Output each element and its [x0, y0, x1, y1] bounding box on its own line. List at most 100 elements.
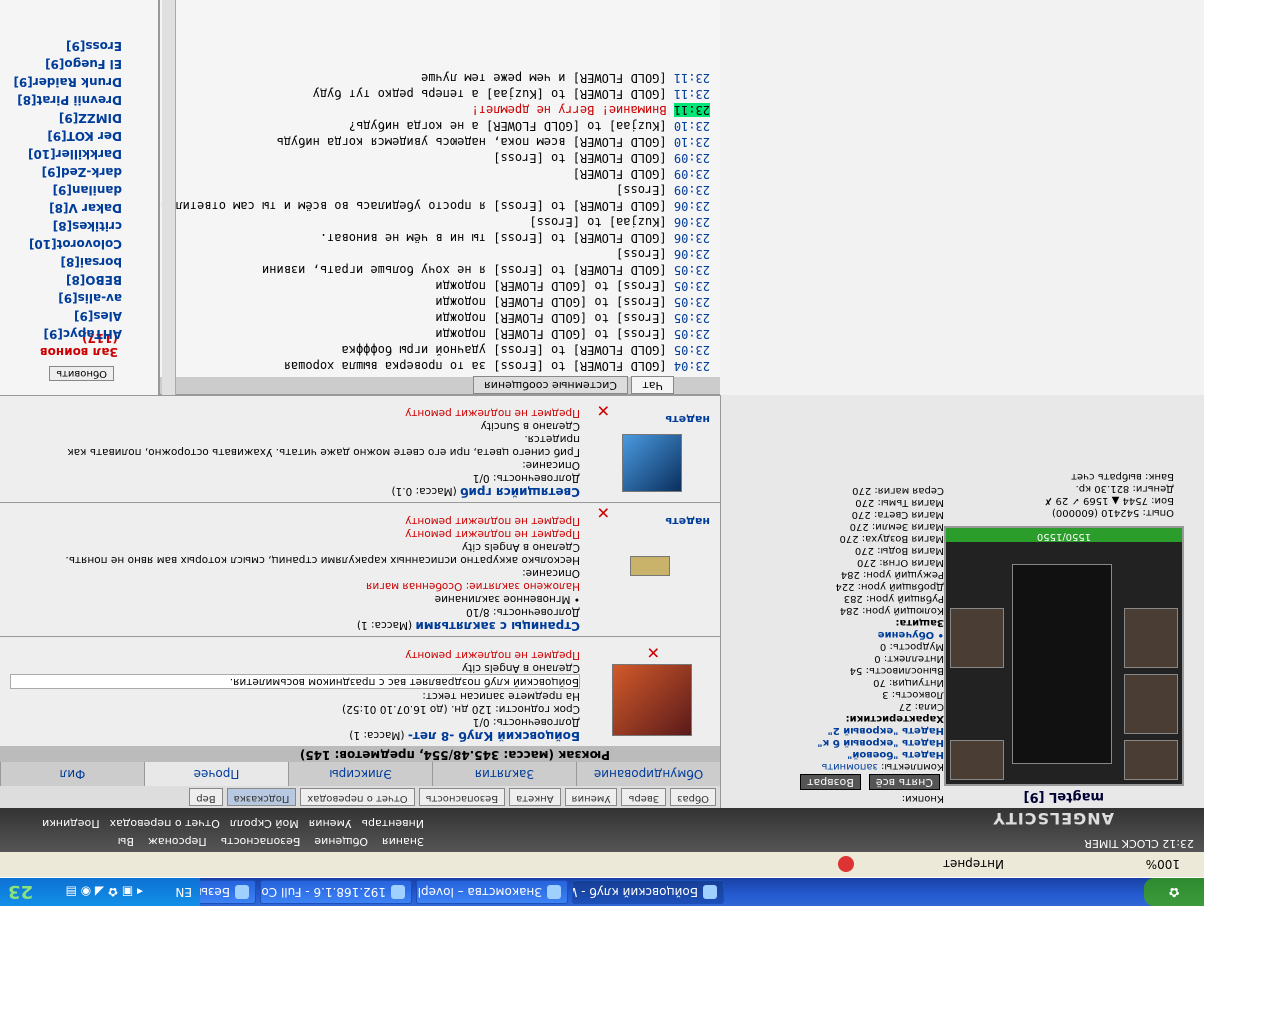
- stats-panel: Кнопки: Снять всё Возврат Комплекты: запо…: [724, 484, 944, 804]
- chat-time[interactable]: 23:10: [674, 135, 710, 149]
- stat-intel: Интеллект: 0: [874, 653, 944, 664]
- set-link-1[interactable]: Надеть "боевой": [724, 748, 944, 760]
- character-name[interactable]: magteL [9]: [1024, 789, 1104, 804]
- item-title[interactable]: Страницы с заклятьями: [415, 619, 580, 633]
- chat-text: [Eross] to [GOLD FLOWER] подожди: [435, 295, 667, 309]
- tab-chat[interactable]: Чат: [631, 376, 674, 394]
- equip-link[interactable]: надеть: [665, 413, 710, 426]
- chat-time[interactable]: 23:05: [674, 343, 710, 357]
- item-title[interactable]: Бойцовский Клуб -8 лет-: [408, 729, 580, 743]
- zoom-level[interactable]: 100%: [1146, 858, 1180, 872]
- chat-time[interactable]: 23:09: [674, 151, 710, 165]
- roster-user[interactable]: Drunk Raider[9]: [13, 71, 122, 89]
- menu-knowledge[interactable]: Знания: [382, 835, 424, 848]
- item-title[interactable]: Светящийся гриб: [460, 485, 580, 499]
- subtab-security[interactable]: Безопасность: [418, 788, 506, 806]
- tab-elixirs[interactable]: Эликсиры: [288, 762, 432, 786]
- tab-equipment[interactable]: Обмундирование: [576, 762, 720, 786]
- task-fightclub[interactable]: Бойцовский клуб - Wi...: [572, 880, 724, 904]
- chat-time[interactable]: 23:11: [673, 103, 710, 117]
- submenu-transfers[interactable]: Отчет о переводах: [110, 817, 220, 830]
- roster-user[interactable]: Ales[9]: [13, 305, 122, 323]
- roster-user[interactable]: Colovorot[10]: [13, 233, 122, 251]
- subtab-profile[interactable]: Анкета: [509, 788, 561, 806]
- chat-time[interactable]: 23:09: [674, 183, 710, 197]
- start-button[interactable]: ✿: [1144, 878, 1204, 906]
- roster-user[interactable]: Dakar V[8]: [13, 197, 122, 215]
- taskbar: ✿ Бойцовский клуб - Wi... Знакомства – l…: [0, 878, 1204, 906]
- tab-fil[interactable]: Фил: [0, 762, 144, 786]
- subtab-ver[interactable]: Вер: [189, 788, 223, 806]
- chat-scrollbar[interactable]: [162, 0, 176, 395]
- chat-time[interactable]: 23:06: [674, 231, 710, 245]
- weapon-slot[interactable]: [1124, 608, 1178, 668]
- chat-time[interactable]: 23:06: [674, 199, 710, 213]
- set-link-3[interactable]: Надеть "екровый 2": [724, 724, 944, 736]
- chat-text: [Kuzjaa] to [Eross]: [529, 215, 667, 229]
- subtab-transfers[interactable]: Отчет о переводах: [300, 788, 415, 806]
- tab-system-messages[interactable]: Системные сообщения: [473, 376, 628, 394]
- helmet-slot[interactable]: [1124, 740, 1178, 780]
- boots-slot[interactable]: [950, 740, 1004, 780]
- roster-user[interactable]: Eross[9]: [13, 35, 122, 53]
- submenu-inventory[interactable]: Инвентарь: [362, 817, 424, 830]
- remember-link[interactable]: запомнить: [821, 761, 877, 772]
- training-link[interactable]: • Обучение: [724, 628, 944, 640]
- roster-user[interactable]: danilan[9]: [13, 179, 122, 197]
- chat-time[interactable]: 23:05: [674, 327, 710, 341]
- roster-user[interactable]: borsai[8]: [13, 251, 122, 269]
- chat-time[interactable]: 23:05: [674, 263, 710, 277]
- popup-blocker-icon[interactable]: [838, 856, 854, 873]
- undress-button[interactable]: Снять всё: [868, 774, 940, 790]
- set-link-2[interactable]: Надеть "екровый б к": [724, 736, 944, 748]
- armor-slot[interactable]: [1124, 674, 1178, 734]
- submenu-skills[interactable]: Умения: [309, 817, 352, 830]
- menu-character[interactable]: Персонаж: [148, 835, 207, 848]
- tab-other[interactable]: Прочее: [144, 762, 288, 786]
- chat-time[interactable]: 23:04: [674, 359, 710, 373]
- lang-indicator[interactable]: EN: [175, 885, 192, 899]
- roster-user[interactable]: Drevnii Pirat[8]: [13, 89, 122, 107]
- inventory-item: надеть ✕ Светящийся гриб (Масса: 0.1) До…: [0, 395, 720, 502]
- subtab-image[interactable]: Образ: [670, 788, 716, 806]
- roster-user[interactable]: av-alis[9]: [13, 287, 122, 305]
- tab-spells[interactable]: Заклятия: [432, 762, 576, 786]
- delete-icon[interactable]: ✕: [647, 643, 660, 662]
- roster-user[interactable]: Darkkiller[10]: [13, 143, 122, 161]
- chat-time[interactable]: 23:06: [674, 247, 710, 261]
- roster-user[interactable]: DIMZZ[9]: [13, 107, 122, 125]
- submenu-duels[interactable]: Поединки: [42, 817, 100, 830]
- roster-user[interactable]: BEBO[8]: [13, 269, 122, 287]
- chat-time[interactable]: 23:11: [674, 87, 710, 101]
- refresh-button[interactable]: Обновить: [49, 366, 114, 381]
- menu-exit[interactable]: Вы: [118, 835, 134, 848]
- subtab-hint[interactable]: Подсказка: [226, 788, 297, 806]
- roster-user[interactable]: critikes[8]: [13, 215, 122, 233]
- bank-text[interactable]: Банк: выбрать счет: [1044, 470, 1174, 482]
- chat-time[interactable]: 23:10: [674, 119, 710, 133]
- menu-security[interactable]: Безопасность: [221, 835, 301, 848]
- item-line: Долговечность: 0/1: [472, 472, 580, 484]
- chat-time[interactable]: 23:09: [674, 167, 710, 181]
- roster-user[interactable]: Der KOT[9]: [13, 125, 122, 143]
- return-button[interactable]: Возврат: [800, 774, 861, 790]
- chat-time[interactable]: 23:05: [674, 311, 710, 325]
- roster-user[interactable]: dark-Zed[9]: [13, 161, 122, 179]
- chat-time[interactable]: 23:06: [674, 215, 710, 229]
- submenu-scroll[interactable]: Мой Скролл: [230, 817, 299, 830]
- roster-user[interactable]: АНТарус[9]: [13, 323, 122, 341]
- delete-icon[interactable]: ✕: [597, 401, 610, 420]
- shield-slot[interactable]: [950, 608, 1004, 668]
- roster-user[interactable]: El Fuego[9]: [13, 53, 122, 71]
- equip-link[interactable]: надеть: [665, 515, 710, 528]
- subtab-pet[interactable]: Зверь: [621, 788, 667, 806]
- chat-time[interactable]: 23:11: [674, 71, 710, 85]
- subtab-skills[interactable]: Умения: [564, 788, 618, 806]
- menu-communication[interactable]: Общение: [314, 835, 368, 848]
- chat-time[interactable]: 23:05: [674, 279, 710, 293]
- delete-icon[interactable]: ✕: [597, 503, 610, 522]
- chat-time[interactable]: 23:05: [674, 295, 710, 309]
- task-lovepla[interactable]: Знакомства – lovepla...: [416, 880, 568, 904]
- tray-clock[interactable]: 23: [8, 882, 33, 903]
- task-fullcon[interactable]: 192.168.1.6 - Full Con...: [260, 880, 412, 904]
